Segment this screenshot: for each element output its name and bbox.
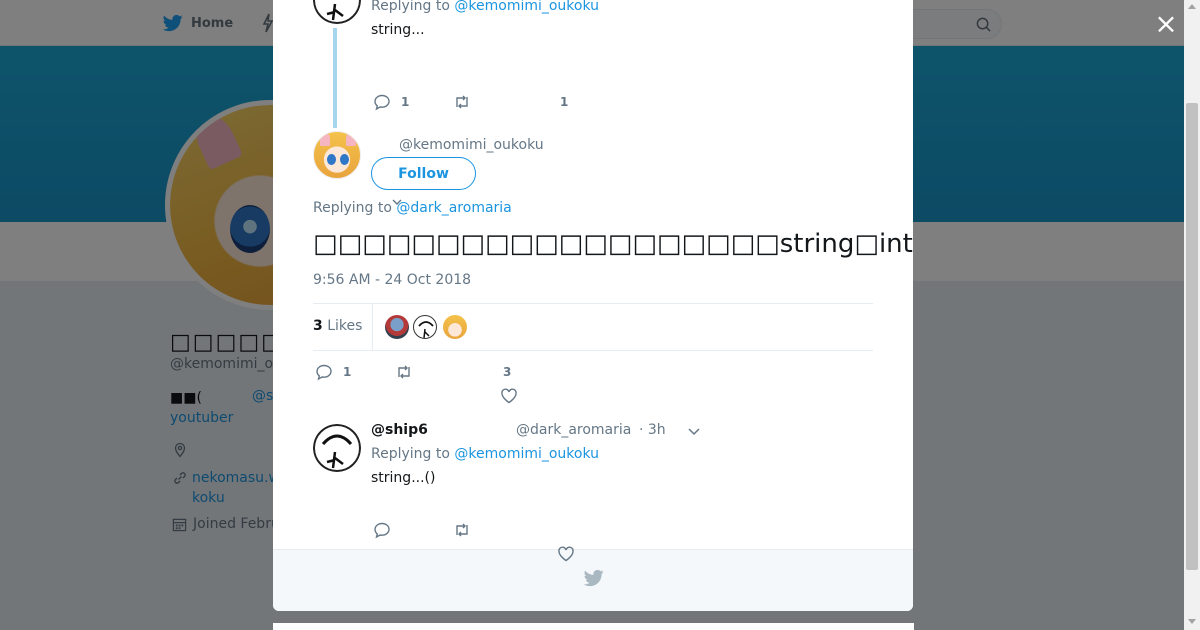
- reply-replying-prefix: Replying to: [371, 446, 450, 462]
- scroll-down-arrow-icon[interactable]: [1188, 619, 1196, 624]
- bird-icon: [584, 569, 604, 587]
- parent-like-count[interactable]: 1: [560, 95, 568, 109]
- close-icon[interactable]: ×: [1153, 10, 1179, 38]
- retweet-icon: [456, 95, 468, 109]
- parent-retweet-button[interactable]: [453, 93, 471, 111]
- reply-retweet-button[interactable]: [453, 521, 471, 539]
- scrollbar-thumb[interactable]: [1186, 103, 1198, 570]
- retweet-icon: [456, 523, 468, 537]
- main-like-button[interactable]: [500, 387, 518, 405]
- reply-tweet-name[interactable]: @ship6: [371, 422, 428, 438]
- follow-button[interactable]: Follow: [371, 157, 476, 190]
- main-avatar-eye-left: [327, 154, 336, 165]
- main-reply-count: 1: [343, 365, 352, 379]
- likes-label: Likes: [327, 318, 363, 334]
- liker-avatar-1[interactable]: [385, 315, 409, 339]
- reply-icon: [374, 94, 390, 111]
- liker-avatar-2-icon: [418, 321, 434, 338]
- scroll-up-arrow-icon[interactable]: [1188, 4, 1196, 9]
- main-avatar-ear-right: [346, 132, 356, 146]
- parent-tweet-avatar[interactable]: [313, 0, 361, 24]
- tweet-stats: 3 Likes: [313, 303, 873, 351]
- next-modal-edge: [273, 623, 914, 630]
- parent-tweet-text: string...: [371, 22, 425, 38]
- chevron-down-icon[interactable]: [687, 424, 701, 438]
- parent-replying-prefix: Replying to: [371, 0, 450, 14]
- main-tweet-handle[interactable]: @kemomimi_oukoku: [399, 137, 544, 153]
- reply-icon: [316, 364, 332, 381]
- reply-tweet-handle[interactable]: @dark_aromaria: [516, 422, 631, 438]
- main-replying-to: Replying to @dark_aromaria: [313, 200, 512, 216]
- retweet-icon: [398, 365, 410, 379]
- main-replying-handle-link[interactable]: @dark_aromaria: [396, 200, 511, 216]
- page-scrollbar[interactable]: [1184, 0, 1200, 630]
- reply-reply-button[interactable]: [373, 521, 391, 539]
- main-retweet-button[interactable]: [395, 363, 413, 381]
- reply-replying-handle-link[interactable]: @kemomimi_oukoku: [454, 446, 599, 462]
- main-avatar-ear-left: [320, 132, 330, 146]
- thread-connector-line: [333, 28, 337, 128]
- modal-footer: [273, 549, 913, 611]
- heart-icon: [558, 546, 574, 562]
- likes-stat[interactable]: 3 Likes: [313, 318, 362, 334]
- main-reply-button[interactable]: 1: [315, 363, 351, 381]
- reply-user-avatar-icon: [313, 0, 361, 24]
- parent-reply-count: 1: [401, 95, 410, 109]
- parent-like-partial: --: [560, 108, 570, 114]
- reply-tweet-avatar[interactable]: [313, 424, 361, 472]
- likes-count: 3: [313, 318, 323, 334]
- reply-tweet-text: string...(): [371, 470, 436, 486]
- reply-icon: [374, 522, 390, 539]
- tweet-permalink-modal: Replying to @kemomimi_oukoku string... 1…: [273, 0, 913, 611]
- reply-user-avatar-icon: [313, 424, 361, 472]
- liker-avatar-2[interactable]: [413, 315, 437, 339]
- stats-divider: [372, 304, 373, 350]
- parent-reply-button[interactable]: 1: [373, 93, 409, 111]
- main-avatar-eye-right: [340, 154, 349, 165]
- parent-replying-handle-link[interactable]: @kemomimi_oukoku: [454, 0, 599, 14]
- reply-like-button[interactable]: [557, 545, 575, 563]
- main-tweet-timestamp[interactable]: 9:56 AM - 24 Oct 2018: [313, 272, 471, 288]
- main-tweet-text: □□□□□□□□□□□□□□□□□□□string□int□□□□□□□□□□□…: [313, 229, 913, 259]
- heart-icon: [501, 388, 517, 404]
- reply-tweet-time[interactable]: · 3h: [639, 422, 666, 438]
- main-like-count[interactable]: 3: [503, 365, 511, 379]
- reply-replying-to: Replying to @kemomimi_oukoku: [371, 446, 599, 462]
- main-tweet-avatar[interactable]: [313, 131, 361, 179]
- parent-replying-to: Replying to @kemomimi_oukoku: [371, 0, 599, 14]
- main-replying-prefix: Replying to: [313, 200, 392, 216]
- liker-avatar-3[interactable]: [443, 315, 467, 339]
